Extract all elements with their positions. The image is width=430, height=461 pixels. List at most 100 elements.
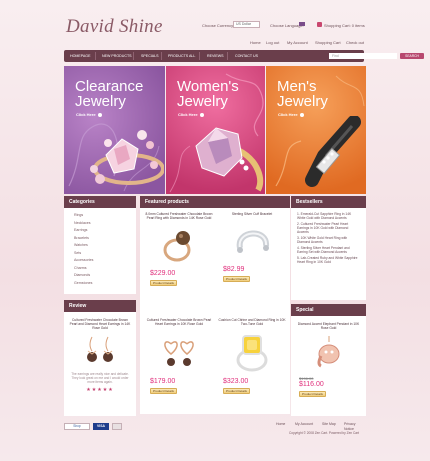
product-card: Cushion Cut Citrine and Diamond Ring in … (216, 318, 288, 395)
banner-clearance[interactable]: Clearance Jewelry Click Here (64, 66, 165, 194)
header-link-account-label[interactable]: My Account (287, 40, 308, 45)
header-link-logout[interactable]: Log out (266, 40, 279, 45)
category-necklaces[interactable]: Necklaces (74, 220, 136, 228)
main-nav: HOMEPAGE NEW PRODUCTS SPECIALS PRODUCTS … (64, 50, 424, 62)
currency-value: US Dollar (236, 22, 251, 26)
currency-label: Choose Currency: (202, 23, 235, 28)
special-title: Special (291, 304, 366, 316)
review-product-name[interactable]: Cultured Freshwater Chocolate Brown Pear… (64, 312, 136, 331)
nav-homepage[interactable]: HOMEPAGE (70, 50, 91, 62)
product-details-button[interactable]: Product Details (223, 276, 250, 283)
category-earrings[interactable]: Earrings (74, 227, 136, 235)
review-text: The earrings are really nice and delicat… (71, 371, 129, 384)
header-link-checkout[interactable]: Check out (346, 40, 364, 45)
product-name[interactable]: Cushion Cut Citrine and Diamond Ring in … (216, 318, 288, 326)
footer-link-sitemap-label[interactable]: Site Map (322, 422, 336, 426)
banner-mens[interactable]: Men's Jewelry Click Here (266, 66, 366, 194)
footer-link-home[interactable]: Home (276, 421, 285, 426)
search-button[interactable]: SEARCH (400, 53, 424, 59)
special-details-button[interactable]: Product Details (299, 391, 326, 398)
product-price: $323.00 (223, 378, 249, 386)
product-price: $229.00 (150, 270, 176, 278)
nav-new-products[interactable]: NEW PRODUCTS (102, 50, 132, 62)
review-title: Review (64, 300, 136, 312)
nav-specials[interactable]: SPECIALS (141, 50, 159, 62)
payment-badge-visa: VISA (93, 423, 109, 430)
header-link-home-label[interactable]: Home (250, 40, 261, 45)
category-rings[interactable]: Rings (74, 212, 136, 220)
nav-divider (161, 52, 162, 60)
special-price: $116.00 (299, 381, 324, 389)
product-name[interactable]: Cultured Freshwater Chocolate Brown Pear… (143, 318, 215, 326)
footer: Shop VISA Home My Account Site Map Priva… (64, 418, 366, 440)
nav-divider (199, 52, 200, 60)
pink-diamond-ring-image (90, 130, 164, 185)
product-card: Cultured Freshwater Chocolate Brown Pear… (143, 318, 215, 395)
banner-womens-click-here[interactable]: Click Here (178, 112, 204, 117)
category-bracelets[interactable]: Bracelets (74, 235, 136, 243)
product-details-button[interactable]: Product Details (150, 388, 177, 395)
special-product-name[interactable]: Diamond Accent Elephant Pendant in 10K R… (291, 316, 366, 330)
header-link-cart[interactable]: Shopping Cart (315, 40, 341, 45)
bestseller-item[interactable]: 5. Lab-Created Ruby and White Sapphire H… (297, 256, 360, 264)
footer-link-home-label[interactable]: Home (276, 422, 285, 426)
header-link-account[interactable]: My Account (287, 40, 308, 45)
bestseller-item[interactable]: 4. Sterling Silver Heart Pendant and Ear… (297, 246, 360, 254)
review-stars-icon: ★★★★★ (86, 386, 114, 393)
banner-womens-line1: Women's (177, 78, 239, 95)
category-gemstones[interactable]: Gemstones (74, 280, 136, 288)
bestseller-item[interactable]: 2. Cultured Freshwater Pearl Heart Earri… (297, 222, 360, 234)
bestseller-item[interactable]: 1. Emerald-Cut Sapphire Ring in 14K Whit… (297, 212, 360, 220)
review-earrings-image (87, 336, 113, 362)
categories-list: Rings Necklaces Earrings Bracelets Watch… (64, 208, 136, 287)
product-card: Sterling Silver Cuff Bracelet $82.99 Pro… (216, 212, 288, 283)
footer-link-account[interactable]: My Account (295, 421, 313, 426)
mens-ring-image (305, 116, 361, 187)
payment-badge-shop: Shop (64, 423, 90, 430)
product-details-button[interactable]: Product Details (150, 280, 177, 287)
footer-link-privacy-label[interactable]: Privacy Notice (344, 422, 355, 431)
header-link-home[interactable]: Home (250, 40, 261, 45)
banner-clearance-click-here[interactable]: Click Here (76, 112, 102, 117)
bestsellers-title: Bestsellers (291, 196, 366, 208)
nav-divider (133, 52, 134, 60)
categories-box: Categories Rings Necklaces Earrings Brac… (64, 196, 136, 294)
product-price: $82.99 (223, 266, 245, 274)
header-link-cart-label[interactable]: Shopping Cart (315, 40, 341, 45)
nav-contact-us[interactable]: CONTACT US (235, 50, 258, 62)
nav-products-all[interactable]: PRODUCTS ALL (168, 50, 195, 62)
header-link-logout-label[interactable]: Log out (266, 40, 279, 45)
featured-title: Featured products (140, 196, 290, 208)
category-sets[interactable]: Sets (74, 250, 136, 258)
category-diamonds[interactable]: Diamonds (74, 272, 136, 280)
heart-earrings-image (164, 341, 194, 367)
currency-select[interactable]: US Dollar (233, 21, 260, 28)
nav-reviews[interactable]: REVIEWS (207, 50, 224, 62)
footer-copyright: Copyright © 2008 Zen Cart. Powered by Ze… (289, 431, 360, 435)
nav-divider (95, 52, 96, 60)
site-logo[interactable]: David Shine (66, 16, 163, 38)
category-accessories[interactable]: Accessories (74, 257, 136, 265)
product-details-button[interactable]: Product Details (223, 388, 250, 395)
category-charms[interactable]: Charms (74, 265, 136, 273)
category-watches[interactable]: Watches (74, 242, 136, 250)
product-name[interactable]: Sterling Silver Cuff Bracelet (216, 212, 288, 216)
bestseller-item[interactable]: 3. 10K White Gold Heart Ring with Diamon… (297, 236, 360, 244)
footer-link-sitemap[interactable]: Site Map (322, 421, 336, 426)
banner-mens-line1: Men's (277, 78, 317, 95)
elephant-pendant-image (317, 336, 339, 368)
special-box: Special Diamond Accent Elephant Pendant … (291, 304, 366, 416)
footer-link-account-label[interactable]: My Account (295, 422, 313, 426)
citrine-ring-image (236, 335, 268, 372)
footer-link-privacy[interactable]: Privacy Notice (344, 421, 366, 431)
banner-clearance-line1: Clearance (75, 78, 144, 95)
search-input[interactable]: Find (329, 53, 397, 59)
featured-products: Featured products 8.0mm Cultured Freshwa… (140, 196, 290, 414)
language-flag-icon[interactable] (299, 22, 305, 26)
product-name[interactable]: 8.0mm Cultured Freshwater Chocolate Brow… (143, 212, 215, 220)
header-link-checkout-label[interactable]: Check out (346, 40, 364, 45)
banner-womens[interactable]: Women's Jewelry Click Here (166, 66, 265, 194)
categories-title: Categories (64, 196, 136, 208)
gem-ring-image (195, 127, 264, 192)
cart-summary[interactable]: Shopping Cart: 0 items (324, 23, 365, 28)
